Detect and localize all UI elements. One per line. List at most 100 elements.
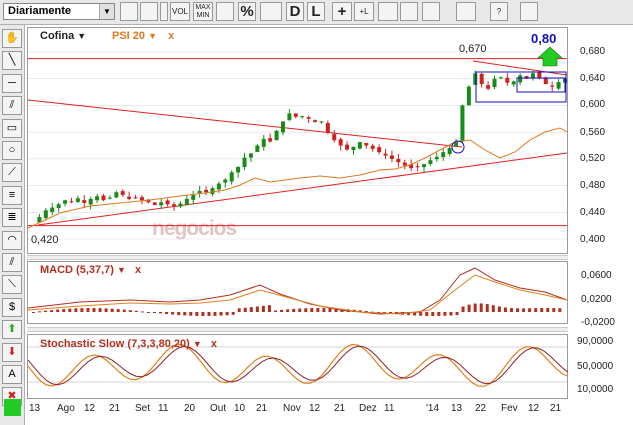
candle-body [152, 202, 157, 205]
candle-body [421, 164, 426, 168]
psi20-line [27, 127, 568, 229]
macd-histogram-bar [159, 312, 163, 314]
macd-histogram-bar [540, 308, 544, 312]
macd-histogram-bar [292, 308, 296, 312]
macd-histogram-bar [425, 312, 429, 316]
indicator-legend[interactable]: PSI 20 ▼ x [112, 30, 174, 42]
macd-histogram-bar [497, 306, 501, 312]
remove-indicator-icon[interactable]: x [168, 30, 174, 42]
x-axis-tick-label: Set [135, 403, 151, 414]
candle-body [473, 73, 478, 85]
x-axis-tick-label: 20 [184, 403, 196, 414]
macd-histogram-bar [189, 312, 193, 316]
candle-body [434, 156, 439, 160]
macd-histogram-bar [558, 308, 562, 312]
macd-histogram-bar [128, 310, 132, 312]
y-axis-tick-label: 0,600 [580, 99, 606, 110]
candle-body [223, 179, 228, 183]
candle-body [492, 78, 497, 88]
candle-body [229, 172, 234, 182]
y-axis-tick-label: 0,400 [580, 234, 606, 245]
candle-body [306, 117, 311, 119]
chart-canvas[interactable] [0, 0, 633, 425]
candle-body [159, 202, 164, 206]
macd-histogram-bar [322, 308, 326, 312]
candle-body [543, 78, 548, 85]
chevron-down-icon: ▼ [148, 31, 158, 41]
remove-indicator-icon[interactable]: x [211, 338, 217, 350]
candle-body [204, 189, 209, 193]
macd-histogram-bar [56, 309, 60, 312]
macd-histogram-bar [437, 312, 441, 316]
candle-body [556, 82, 561, 89]
macd-histogram-bar [68, 308, 72, 312]
candle-body [88, 198, 93, 205]
macd-histogram-bar [38, 311, 42, 313]
stochastic-axis-tick-label: 10,0000 [577, 384, 614, 395]
x-axis-tick-label: 11 [384, 403, 395, 414]
candle-body [172, 204, 177, 207]
candle-body [479, 73, 484, 85]
candle-body [319, 121, 324, 123]
macd-axis-tick-label: -0,0200 [581, 317, 615, 328]
macd-histogram-bar [298, 308, 302, 312]
x-axis-tick-label: 12 [309, 403, 321, 414]
macd-axis-tick-label: 0,0200 [581, 294, 612, 305]
stochastic-axis-tick-label: 50,0000 [577, 361, 614, 372]
chevron-down-icon: ▼ [192, 339, 202, 349]
remove-indicator-icon[interactable]: x [135, 264, 141, 276]
candle-body [165, 200, 170, 205]
macd-label: MACD (5,37,7) [40, 264, 114, 276]
macd-histogram-bar [74, 308, 78, 312]
x-axis-tick-label: 21 [334, 403, 346, 414]
x-axis-tick-label: Nov [283, 403, 301, 414]
macd-histogram-bar [80, 308, 84, 312]
candle-body [389, 155, 394, 159]
candle-body [242, 157, 247, 168]
candle-body [50, 207, 55, 212]
x-axis-tick-label: Ago [57, 403, 75, 414]
candle-body [370, 145, 375, 149]
candle-body [402, 162, 407, 166]
macd-histogram-bar [86, 308, 90, 312]
ticker-name: Cofina [40, 30, 75, 42]
candle-body [345, 144, 350, 150]
trend-line [37, 152, 568, 226]
macd-histogram-bar [316, 308, 320, 312]
up-arrow-icon [537, 46, 563, 67]
macd-histogram-bar [473, 303, 477, 312]
macd-histogram-bar [449, 312, 453, 316]
candle-body [139, 197, 144, 201]
macd-histogram-bar [225, 312, 229, 316]
macd-histogram-bar [280, 309, 284, 312]
macd-histogram-bar [419, 312, 423, 316]
candle-body [255, 145, 260, 152]
macd-histogram-bar [528, 308, 532, 312]
macd-histogram-bar [467, 304, 471, 312]
y-axis-tick-label: 0,440 [580, 207, 606, 218]
candle-body [537, 71, 542, 78]
candle-body [357, 142, 362, 149]
trend-line [27, 99, 463, 148]
macd-histogram-bar [431, 312, 435, 316]
candle-body [63, 200, 68, 204]
candle-body [261, 138, 266, 147]
macd-histogram-bar [249, 307, 253, 312]
indicator-name: PSI 20 [112, 30, 146, 42]
candle-body [280, 121, 285, 133]
macd-histogram-bar [267, 305, 271, 312]
candle-body [127, 196, 132, 199]
macd-histogram-bar [310, 308, 314, 312]
candle-body [351, 146, 356, 151]
candle-body [486, 85, 491, 89]
stochastic-legend[interactable]: Stochastic Slow (7,3,3,80,20) ▼ x [40, 338, 217, 350]
x-axis-tick-label: 21 [109, 403, 121, 414]
candle-body [114, 192, 119, 198]
ticker-legend[interactable]: Cofina ▼ [40, 30, 86, 42]
candle-body [364, 142, 369, 146]
macd-histogram-bar [201, 312, 205, 316]
candle-body [505, 77, 510, 83]
high-price-label: 0,670 [459, 43, 487, 55]
macd-histogram-bar [503, 307, 507, 312]
macd-legend[interactable]: MACD (5,37,7) ▼ x [40, 264, 141, 276]
